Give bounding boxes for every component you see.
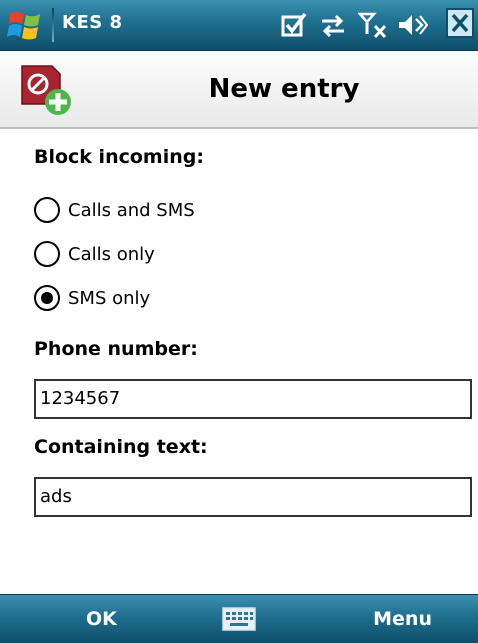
close-icon <box>451 13 469 33</box>
radio-button-selected[interactable] <box>34 285 60 311</box>
phone-number-input[interactable]: 1234567 <box>34 379 472 419</box>
radio-calls-and-sms[interactable]: Calls and SMS <box>34 194 195 226</box>
status-bar-divider <box>52 8 54 42</box>
softkey-bar: OK Menu <box>0 594 478 643</box>
keyboard-icon[interactable] <box>222 607 256 631</box>
speaker-icon[interactable] <box>396 10 428 40</box>
radio-calls-only[interactable]: Calls only <box>34 238 155 270</box>
status-bar: KES 8 <box>0 0 478 51</box>
menu-softkey[interactable]: Menu <box>373 595 432 643</box>
app-title: KES 8 <box>62 12 123 33</box>
block-incoming-label: Block incoming: <box>34 146 204 168</box>
page-title: New entry <box>208 74 360 104</box>
ok-softkey[interactable]: OK <box>86 595 117 643</box>
containing-text-label: Containing text: <box>34 436 208 458</box>
page-header: New entry <box>0 51 478 129</box>
close-button[interactable] <box>446 8 474 38</box>
phone-number-label: Phone number: <box>34 338 198 360</box>
connectivity-icon[interactable] <box>318 10 348 40</box>
containing-text-input[interactable]: ads <box>34 477 472 517</box>
radio-button[interactable] <box>34 241 60 267</box>
signal-no-service-icon[interactable] <box>358 10 388 40</box>
radio-label: SMS only <box>68 287 151 309</box>
radio-button[interactable] <box>34 197 60 223</box>
radio-label: Calls and SMS <box>68 199 195 221</box>
checkbox-notification-icon[interactable] <box>280 10 308 40</box>
windows-start-icon[interactable] <box>6 6 48 44</box>
radio-label: Calls only <box>68 243 155 265</box>
radio-sms-only[interactable]: SMS only <box>34 282 150 314</box>
